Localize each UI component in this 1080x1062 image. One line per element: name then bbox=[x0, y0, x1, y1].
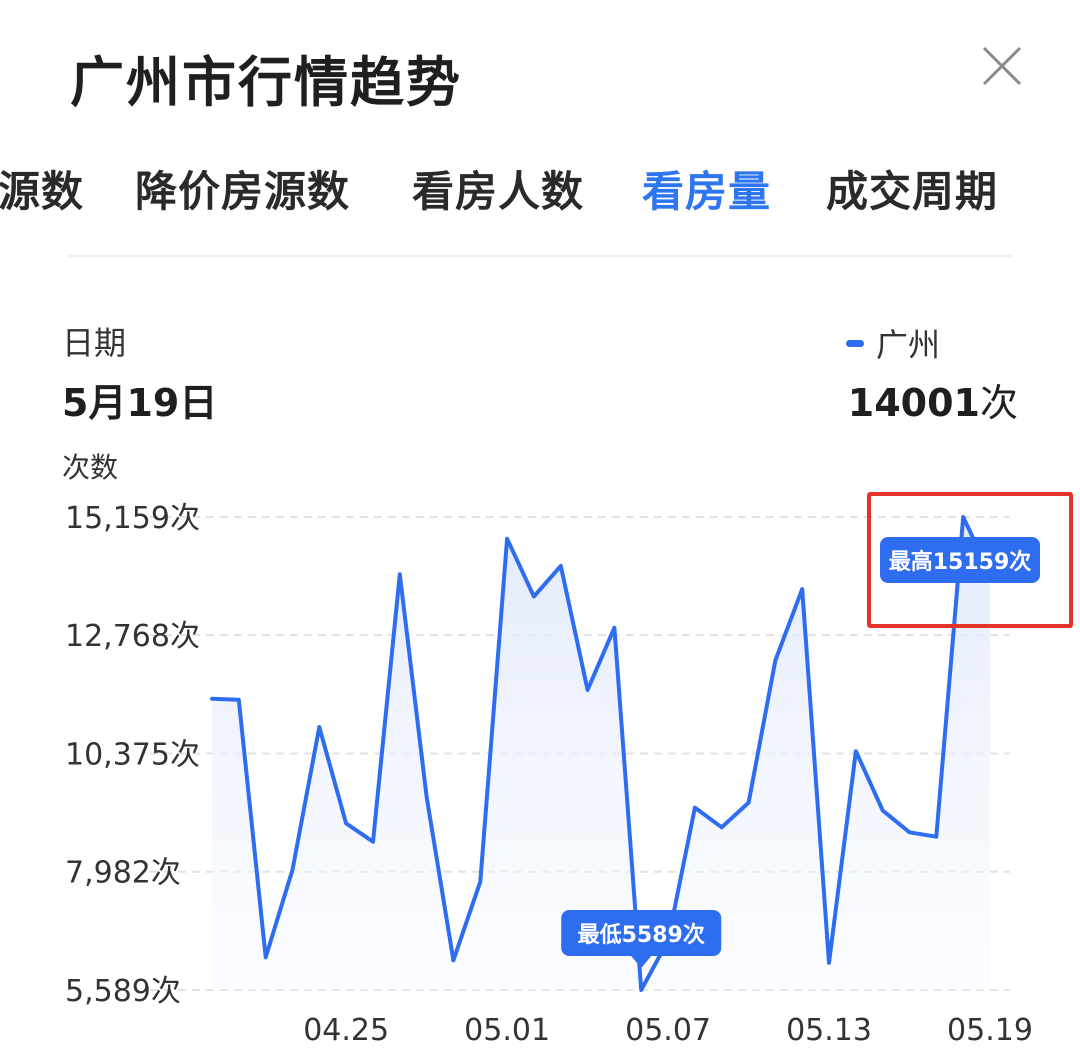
tab-viewing-count[interactable]: 看房量 bbox=[642, 158, 771, 219]
legend-value: 14001次 bbox=[848, 372, 1018, 427]
max-highlight-box bbox=[867, 492, 1073, 628]
y-tick-label: 10,375次 bbox=[65, 737, 200, 772]
legend-unit: 次 bbox=[979, 381, 1018, 425]
legend-number: 14001 bbox=[847, 381, 980, 425]
tab-listings[interactable]: 源数 bbox=[0, 158, 84, 219]
legend-series-name: 广州 bbox=[875, 326, 940, 364]
tab-price-reduced-listings[interactable]: 降价房源数 bbox=[135, 158, 350, 219]
x-tick-label: 05.07 bbox=[625, 1013, 711, 1048]
close-icon[interactable] bbox=[978, 42, 1026, 90]
tab-bar: 源数 降价房源数 看房人数 看房量 成交周期 bbox=[0, 158, 1080, 218]
min-annotation-label: 最低5589次 bbox=[578, 922, 705, 948]
y-tick-label: 15,159次 bbox=[65, 501, 200, 536]
y-tick-label: 12,768次 bbox=[65, 619, 200, 654]
tab-viewers[interactable]: 看房人数 bbox=[412, 158, 584, 219]
date-value: 5月19日 bbox=[62, 381, 218, 425]
x-tick-label: 05.19 bbox=[947, 1013, 1033, 1048]
divider bbox=[68, 255, 1012, 257]
y-tick-label: 5,589次 bbox=[65, 974, 181, 1009]
page-title: 广州市行情趋势 bbox=[70, 51, 462, 114]
legend: 广州 bbox=[845, 320, 940, 366]
date-label: 日期 bbox=[62, 324, 127, 362]
tab-deal-cycle[interactable]: 成交周期 bbox=[826, 158, 998, 219]
legend-marker bbox=[845, 339, 864, 347]
x-tick-label: 05.13 bbox=[786, 1013, 872, 1048]
x-tick-label: 05.01 bbox=[464, 1013, 550, 1048]
y-tick-label: 7,982次 bbox=[65, 856, 181, 891]
x-tick-label: 04.25 bbox=[303, 1013, 389, 1048]
